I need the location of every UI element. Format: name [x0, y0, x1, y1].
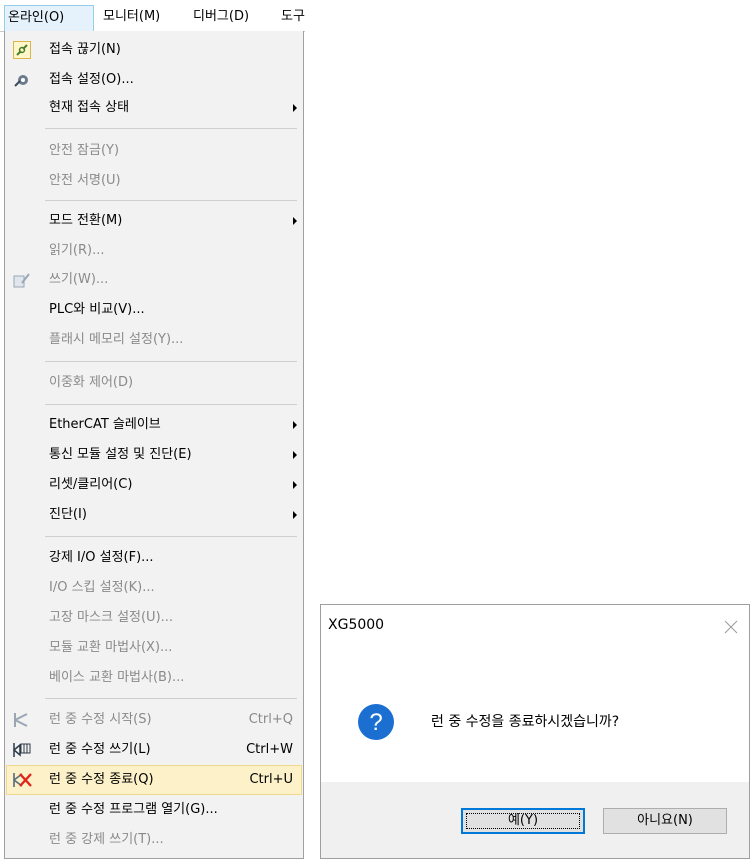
menu-item-ethercat-slave[interactable]: EtherCAT 슬레이브 — [7, 411, 301, 439]
submenu-arrow-icon — [293, 511, 297, 519]
submenu-arrow-icon — [293, 217, 297, 225]
menu-item-read[interactable]: 읽기(R)... — [7, 237, 301, 265]
dialog-title: XG5000 — [328, 617, 385, 633]
menu-item-fault-mask[interactable]: 고장 마스크 설정(U)... — [7, 604, 301, 632]
menu-item-label: 런 중 수정 종료(Q) — [49, 772, 154, 787]
menu-item-run-edit-end[interactable]: 런 중 수정 종료(Q) Ctrl+U — [6, 765, 302, 795]
run-edit-write-icon — [12, 741, 31, 759]
menu-item-label: 모듈 교환 마법사(X)... — [49, 640, 173, 655]
menu-item-label: 현재 접속 상태 — [49, 100, 130, 115]
submenu-arrow-icon — [293, 451, 297, 459]
menu-item-safety-signature[interactable]: 안전 서명(U) — [7, 167, 301, 195]
menu-separator — [45, 200, 297, 201]
menu-item-write[interactable]: 쓰기(W)... — [7, 266, 301, 294]
no-button-label: 아니요(N) — [637, 813, 693, 828]
menu-item-diagnosis[interactable]: 진단(I) — [7, 501, 301, 529]
yes-button[interactable]: 예(Y) — [461, 808, 585, 834]
menubar-debug[interactable]: 디버그(D) — [190, 6, 252, 28]
menu-item-comm-module[interactable]: 통신 모듈 설정 및 진단(E) — [7, 441, 301, 469]
dialog-message: 런 중 수정을 종료하시겠습니까? — [431, 714, 620, 730]
write-icon — [13, 271, 31, 289]
menu-separator — [45, 698, 297, 699]
menu-item-disconnect[interactable]: 접속 끊기(N) — [7, 36, 301, 64]
menu-item-shortcut: Ctrl+U — [249, 772, 293, 787]
close-icon[interactable] — [723, 619, 739, 635]
menu-item-base-change-wizard[interactable]: 베이스 교환 마법사(B)... — [7, 664, 301, 692]
menubar-tools[interactable]: 도구 — [278, 6, 305, 28]
menu-separator — [45, 128, 297, 129]
menu-item-label: 접속 설정(O)... — [49, 72, 134, 87]
menu-item-label: 런 중 수정 프로그램 열기(G)... — [49, 802, 218, 817]
menu-item-label: 쓰기(W)... — [49, 272, 109, 287]
menu-item-redundancy-control[interactable]: 이중화 제어(D) — [7, 369, 301, 397]
menu-item-label: 런 중 강제 쓰기(T)... — [49, 832, 164, 847]
menu-separator — [45, 404, 297, 405]
menu-item-label: 런 중 수정 쓰기(L) — [49, 742, 151, 757]
online-menu-dropdown: 접속 끊기(N) 접속 설정(O)... 현재 접속 상태 안전 잠금(Y) 안… — [4, 31, 304, 859]
menu-item-label: 모드 전환(M) — [49, 213, 123, 228]
menu-item-flash-memory[interactable]: 플래시 메모리 설정(Y)... — [7, 326, 301, 354]
menu-item-mode-change[interactable]: 모드 전환(M) — [7, 207, 301, 235]
menu-item-run-edit-write[interactable]: 런 중 수정 쓰기(L) Ctrl+W — [7, 736, 301, 764]
menu-item-label: 고장 마스크 설정(U)... — [49, 610, 174, 625]
menu-item-connection-settings[interactable]: 접속 설정(O)... — [7, 66, 301, 94]
menu-item-io-skip[interactable]: I/O 스킵 설정(K)... — [7, 574, 301, 602]
menu-item-label: PLC와 비교(V)... — [49, 302, 145, 317]
submenu-arrow-icon — [293, 481, 297, 489]
menu-item-label: 강제 I/O 설정(F)... — [49, 550, 154, 565]
menu-bar: 온라인(O) 모니터(M) 디버그(D) 도구 — [0, 0, 305, 32]
submenu-arrow-icon — [293, 104, 297, 112]
menu-item-label: 리셋/클리어(C) — [49, 477, 133, 492]
run-edit-start-icon — [13, 711, 31, 729]
submenu-arrow-icon — [293, 421, 297, 429]
menu-item-label: I/O 스킵 설정(K)... — [49, 580, 155, 595]
menu-item-shortcut: Ctrl+Q — [248, 712, 293, 727]
menu-item-safety-lock[interactable]: 안전 잠금(Y) — [7, 137, 301, 165]
dialog-footer: 예(Y) 아니요(N) — [321, 782, 749, 858]
menu-item-label: 접속 끊기(N) — [49, 42, 121, 57]
svg-text:?: ? — [369, 709, 382, 736]
menu-item-module-change-wizard[interactable]: 모듈 교환 마법사(X)... — [7, 634, 301, 662]
menu-item-shortcut: Ctrl+W — [246, 742, 293, 757]
menu-item-run-force-write[interactable]: 런 중 강제 쓰기(T)... — [7, 826, 301, 854]
menu-item-run-edit-start[interactable]: 런 중 수정 시작(S) Ctrl+Q — [7, 706, 301, 734]
menu-separator — [45, 536, 297, 537]
menu-item-label: 이중화 제어(D) — [49, 375, 134, 390]
focus-rect — [466, 813, 580, 829]
menu-item-label: EtherCAT 슬레이브 — [49, 417, 161, 432]
run-edit-end-icon — [13, 771, 32, 789]
menubar-monitor[interactable]: 모니터(M) — [100, 6, 163, 28]
question-icon: ? — [357, 703, 395, 741]
menu-item-label: 진단(I) — [49, 507, 87, 522]
menu-item-label: 안전 서명(U) — [49, 173, 121, 188]
menu-item-label: 베이스 교환 마법사(B)... — [49, 670, 185, 685]
confirm-dialog: XG5000 ? 런 중 수정을 종료하시겠습니까? 예(Y) 아니요(N) — [320, 604, 750, 859]
menu-item-reset-clear[interactable]: 리셋/클리어(C) — [7, 471, 301, 499]
menu-item-label: 런 중 수정 시작(S) — [49, 712, 152, 727]
menu-item-label: 통신 모듈 설정 및 진단(E) — [49, 447, 192, 462]
menu-item-label: 안전 잠금(Y) — [49, 143, 120, 158]
menu-item-compare-plc[interactable]: PLC와 비교(V)... — [7, 296, 301, 324]
connection-settings-icon — [13, 71, 31, 89]
menu-separator — [45, 361, 297, 362]
menu-item-run-edit-open-program[interactable]: 런 중 수정 프로그램 열기(G)... — [7, 796, 301, 824]
menu-item-forced-io[interactable]: 강제 I/O 설정(F)... — [7, 544, 301, 572]
disconnect-icon — [13, 41, 31, 59]
menu-item-label: 플래시 메모리 설정(Y)... — [49, 332, 184, 347]
no-button[interactable]: 아니요(N) — [603, 808, 727, 834]
menubar-online[interactable]: 온라인(O) — [4, 5, 94, 31]
menu-item-connection-status[interactable]: 현재 접속 상태 — [7, 94, 301, 122]
menu-item-label: 읽기(R)... — [49, 243, 105, 258]
